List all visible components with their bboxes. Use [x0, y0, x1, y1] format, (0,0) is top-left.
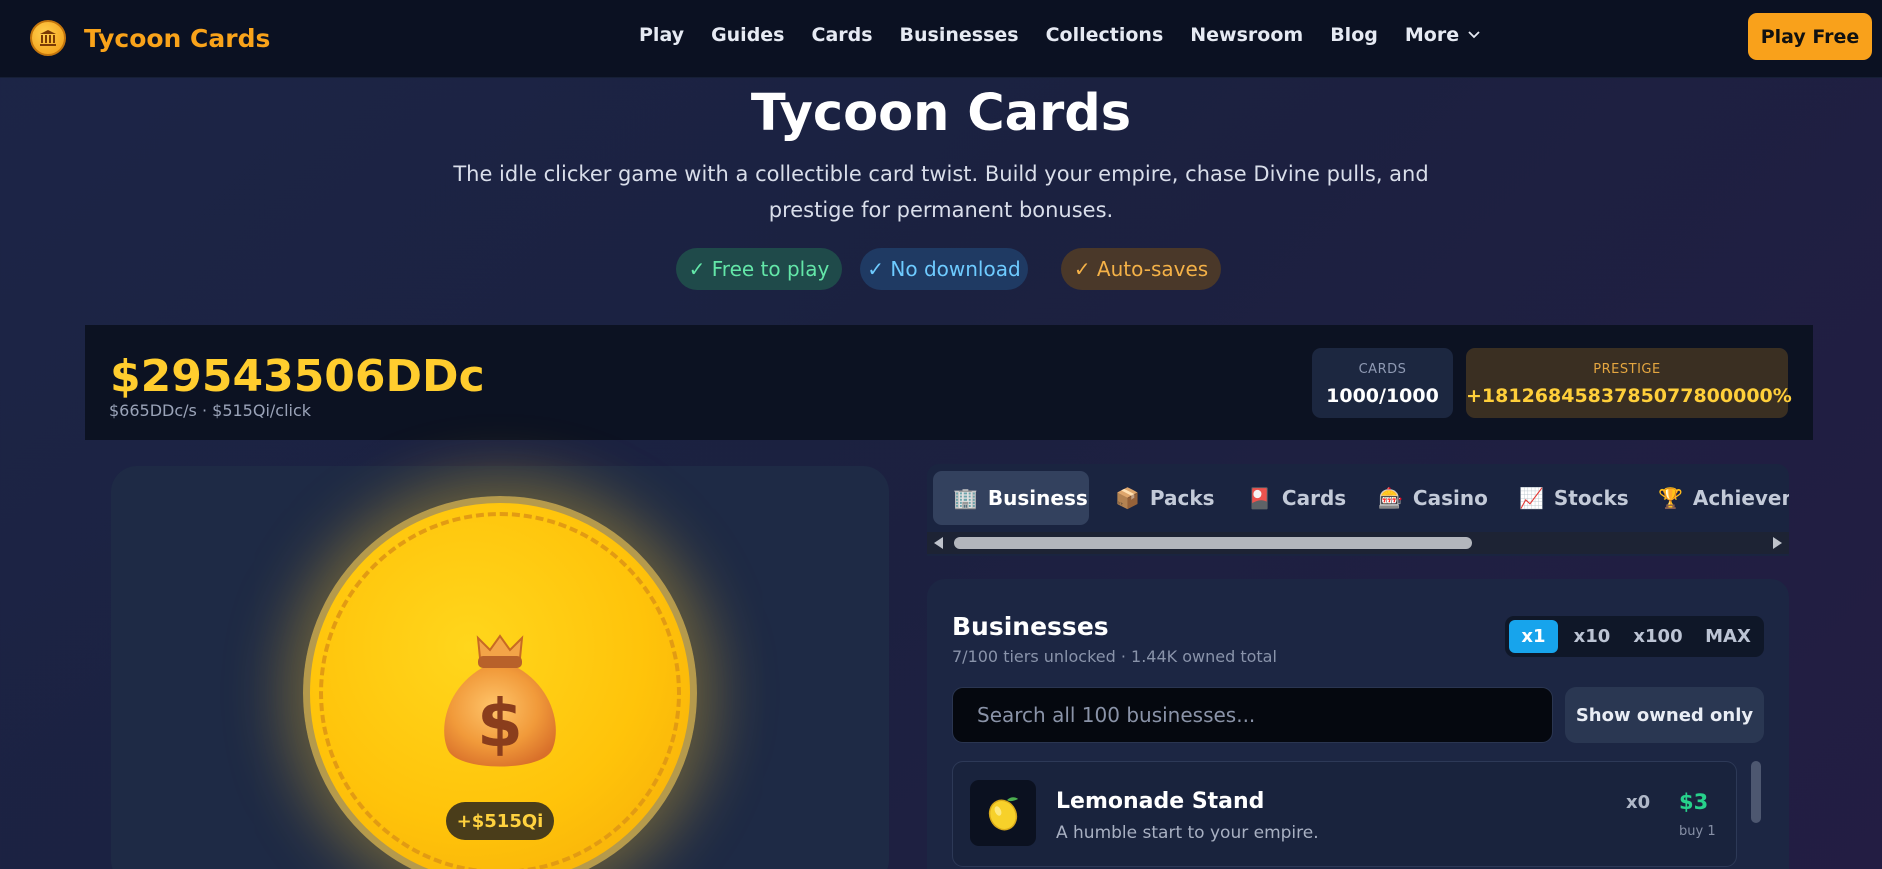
slot-machine-icon: 🎰 [1378, 486, 1403, 510]
nav-link-blog[interactable]: Blog [1330, 24, 1378, 46]
click-value-badge: +$515Qi [446, 802, 554, 840]
nav-links: Play Guides Cards Businesses Collections… [639, 24, 1507, 46]
free-to-play-badge: ✓ Free to play [676, 248, 842, 290]
tab-label: Stocks [1553, 486, 1629, 510]
lemon-icon [970, 780, 1036, 846]
nav-link-businesses[interactable]: Businesses [900, 24, 1019, 46]
tab-cards[interactable]: 🎴 Cards [1247, 471, 1346, 525]
prestige-stat: PRESTIGE +1812684583785077800000% [1466, 348, 1792, 418]
nav-link-guides[interactable]: Guides [711, 24, 784, 46]
tab-casino[interactable]: 🎰 Casino [1378, 471, 1488, 525]
income-rate: $665DDc/s · $515Qi/click [109, 401, 312, 420]
tab-label: Business [987, 486, 1088, 510]
svg-text:$: $ [477, 685, 523, 762]
bank-icon [30, 20, 66, 56]
auto-saves-badge: ✓ Auto-saves [1061, 248, 1221, 290]
business-item-lemonade-stand[interactable]: Lemonade Stand A humble start to your em… [952, 761, 1737, 867]
multiplier-x1-button[interactable]: x1 [1509, 620, 1558, 653]
tab-business[interactable]: 🏢 Business [933, 471, 1089, 525]
business-owned-count: x0 [1626, 792, 1651, 813]
business-name: Lemonade Stand [1056, 789, 1265, 814]
brand-name: Tycoon Cards [84, 23, 271, 53]
page-title: Tycoon Cards [750, 84, 1132, 143]
businesses-subtitle: 7/100 tiers unlocked · 1.44K owned total [952, 647, 1277, 666]
package-icon: 📦 [1115, 486, 1140, 510]
prestige-stat-value: +1812684583785077800000% [1466, 385, 1792, 407]
business-search-input[interactable] [953, 688, 1552, 742]
cards-stat-label: CARDS [1358, 362, 1407, 377]
multiplier-x10-button[interactable]: x10 [1565, 620, 1619, 653]
tab-label: Packs [1149, 486, 1215, 510]
tab-stocks[interactable]: 📈 Stocks [1519, 471, 1629, 525]
prestige-stat-label: PRESTIGE [1593, 362, 1661, 377]
brand[interactable]: Tycoon Cards [30, 20, 270, 56]
list-scrollbar-thumb[interactable] [1751, 761, 1761, 823]
business-search [952, 687, 1553, 743]
tabs-scrollbar[interactable] [927, 532, 1789, 554]
tab-label: Achievem [1692, 486, 1789, 510]
business-price: $3 [1679, 790, 1709, 814]
no-download-badge: ✓ No download [860, 248, 1028, 290]
nav-link-newsroom[interactable]: Newsroom [1190, 24, 1303, 46]
nav-link-cards[interactable]: Cards [812, 24, 873, 46]
buy-multiplier-group: x1 x10 x100 MAX [1505, 616, 1764, 657]
cards-stat-value: 1000/1000 [1326, 385, 1439, 407]
playing-cards-icon: 🎴 [1247, 486, 1272, 510]
play-free-button[interactable]: Play Free [1748, 13, 1872, 60]
money-total: $29543506DDc [110, 351, 485, 402]
nav-more-dropdown[interactable]: More [1405, 24, 1480, 46]
hero-subtitle-line: prestige for permanent bonuses. [768, 198, 1114, 222]
hero-subtitle-line: The idle clicker game with a collectible… [453, 162, 1429, 186]
stats-bar: $29543506DDc $665DDc/s · $515Qi/click CA… [85, 325, 1813, 440]
scroll-right-arrow-icon[interactable] [1773, 537, 1782, 549]
money-bag-icon: $ [444, 634, 556, 767]
hero-subtitle: The idle clicker game with a collectible… [441, 156, 1441, 228]
tab-label: Cards [1281, 486, 1347, 510]
business-description: A humble start to your empire. [1056, 823, 1319, 843]
businesses-title: Businesses [952, 612, 1109, 641]
trophy-icon: 🏆 [1658, 486, 1683, 510]
chart-up-icon: 📈 [1519, 486, 1544, 510]
cards-stat: CARDS 1000/1000 [1312, 348, 1453, 418]
businesses-panel: Businesses 7/100 tiers unlocked · 1.44K … [927, 579, 1789, 869]
chevron-down-icon [1468, 31, 1480, 39]
tab-packs[interactable]: 📦 Packs [1115, 471, 1215, 525]
multiplier-max-button[interactable]: MAX [1698, 620, 1758, 653]
scroll-left-arrow-icon[interactable] [934, 537, 943, 549]
tab-achievements[interactable]: 🏆 Achievem [1658, 471, 1789, 525]
scrollbar-thumb[interactable] [954, 537, 1472, 549]
top-nav: Tycoon Cards Play Guides Cards Businesse… [0, 0, 1882, 78]
business-buy-label: buy 1 [1679, 824, 1716, 839]
show-owned-only-button[interactable]: Show owned only [1565, 687, 1764, 743]
nav-link-play[interactable]: Play [639, 24, 684, 46]
office-building-icon: 🏢 [953, 486, 978, 510]
nav-more-label: More [1404, 24, 1460, 46]
nav-link-collections[interactable]: Collections [1046, 24, 1164, 46]
tab-label: Casino [1412, 486, 1488, 510]
multiplier-x100-button[interactable]: x100 [1624, 620, 1692, 653]
